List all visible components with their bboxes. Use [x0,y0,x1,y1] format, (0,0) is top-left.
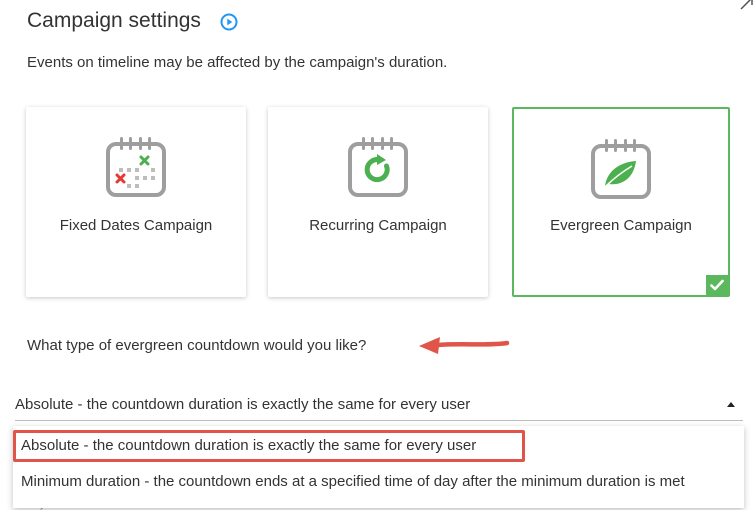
page-title: Campaign settings [27,9,201,32]
countdown-type-selected-value: Absolute - the countdown duration is exa… [15,396,471,413]
annotation-arrow-icon [419,337,510,354]
caret-up-icon [727,402,735,407]
calendar-evergreen-leaf-icon [591,139,651,199]
recurring-campaign-label: Recurring Campaign [309,217,447,234]
option-absolute[interactable]: Absolute - the countdown duration is exa… [13,428,744,464]
calendar-fixed-dates-icon [106,137,166,197]
checkmark-icon [710,279,724,291]
expand-arrow-icon[interactable] [738,0,753,12]
fixed-dates-campaign-label: Fixed Dates Campaign [59,217,213,234]
calendar-recurring-icon [348,137,408,197]
option-minimum-duration[interactable]: Minimum duration - the countdown ends at… [13,464,744,500]
fixed-dates-campaign-card[interactable]: Fixed Dates Campaign [26,107,246,297]
evergreen-campaign-card[interactable]: Evergreen Campaign [512,107,730,297]
countdown-type-dropdown: Absolute - the countdown duration is exa… [13,426,744,508]
play-circle-icon[interactable] [220,13,238,31]
countdown-type-select[interactable]: Absolute - the countdown duration is exa… [15,390,743,421]
page-subtitle: Events on timeline may be affected by th… [27,54,448,71]
countdown-type-question: What type of evergreen countdown would y… [27,337,367,354]
recurring-campaign-card[interactable]: Recurring Campaign [268,107,488,297]
evergreen-campaign-label: Evergreen Campaign [550,217,692,234]
selected-check-badge [706,275,728,295]
